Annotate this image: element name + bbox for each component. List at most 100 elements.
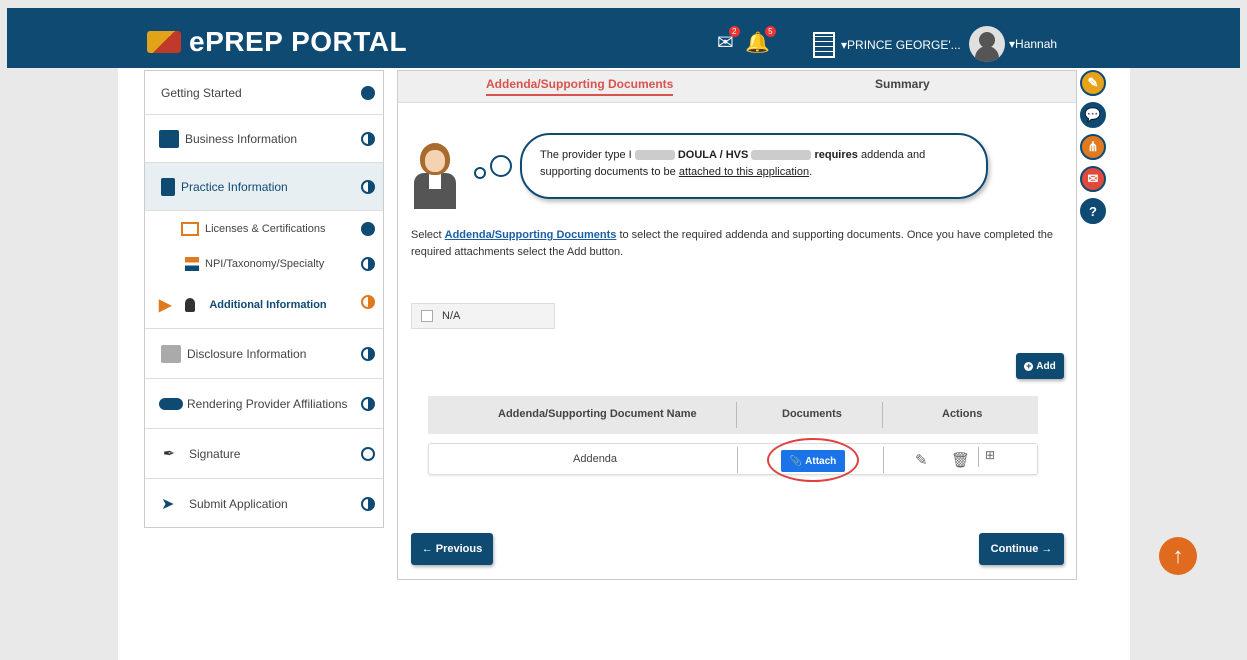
mail-icon[interactable]: ✉ 2: [717, 26, 740, 55]
attachment-icon[interactable]: ✎: [1080, 70, 1106, 96]
sidebar-item-licenses-certifications[interactable]: Licenses & Certifications: [145, 211, 383, 247]
pen-icon: ✒: [163, 445, 175, 461]
addenda-documents-link[interactable]: Addenda/Supporting Documents: [445, 229, 617, 241]
handshake-icon: [159, 397, 183, 410]
requires-text: requires: [814, 149, 858, 161]
sidebar-item-signature[interactable]: ✒ Signature: [145, 429, 383, 479]
assistant-avatar: [414, 143, 456, 209]
sidebar-item-label: Practice Information: [181, 179, 288, 194]
bell-icon[interactable]: 🔔 5: [745, 26, 776, 55]
portal-logo[interactable]: ePREP PORTAL: [147, 26, 407, 58]
edit-pencil-icon[interactable]: ✎: [915, 451, 928, 469]
sidebar-item-label: Rendering Provider Affiliations: [187, 396, 348, 411]
send-icon: ➤: [161, 496, 175, 513]
thought-bubble-small: [474, 167, 486, 179]
progress-empty-icon: [361, 447, 375, 461]
attach-button[interactable]: 📎 Attach: [781, 450, 845, 472]
sidebar-item-label: Additional Information: [209, 298, 327, 311]
logo-text: ePREP PORTAL: [189, 26, 408, 57]
continue-button-label: Continue: [990, 543, 1039, 555]
bell-badge: 5: [764, 26, 776, 37]
grid-options-icon[interactable]: ⊞: [985, 448, 995, 462]
speech-bubble: The provider type I DOULA / HVS requires…: [520, 133, 988, 199]
sidebar-item-submit-application[interactable]: ➤ Submit Application: [145, 479, 383, 529]
chat-icon[interactable]: 💬: [1080, 102, 1106, 128]
column-header-name: Addenda/Supporting Document Name: [498, 408, 697, 420]
practice-icon: [161, 177, 175, 196]
table-header: Addenda/Supporting Document Name Documen…: [428, 396, 1038, 434]
redacted-text: [634, 150, 675, 161]
na-checkbox[interactable]: [421, 310, 433, 322]
user-menu[interactable]: ▾ Hannah: [969, 26, 1057, 62]
maryland-flag-icon: [147, 31, 181, 53]
progress-half-icon: [361, 497, 375, 511]
current-step-arrow-icon: ▶: [159, 296, 172, 314]
sidebar-item-label: Signature: [189, 446, 241, 461]
attach-button-label: Attach: [805, 455, 837, 467]
avatar: [969, 26, 1005, 62]
sidebar-item-getting-started[interactable]: Getting Started: [145, 71, 383, 115]
tab-summary[interactable]: Summary: [875, 77, 930, 91]
arrow-left-icon: ←: [421, 543, 433, 555]
table-row: Addenda 📎 Attach ✎ 🗑 ⊞: [428, 438, 1038, 482]
redacted-text: [751, 150, 812, 161]
column-header-actions: Actions: [942, 408, 983, 420]
share-icon[interactable]: ⋔: [1080, 134, 1106, 160]
arrow-right-icon: →: [1041, 543, 1053, 555]
speech-prefix: The provider type I: [540, 149, 632, 161]
previous-button[interactable]: ← Previous: [411, 533, 493, 565]
sidebar: Getting Started Business Information Pra…: [144, 70, 384, 528]
na-label: N/A: [442, 310, 461, 322]
disclosure-icon: [161, 344, 181, 363]
sidebar-item-disclosure-information[interactable]: Disclosure Information: [145, 329, 383, 379]
sidebar-item-label: Getting Started: [161, 85, 242, 100]
sidebar-item-npi-taxonomy[interactable]: NPI/Taxonomy/Specialty: [145, 247, 383, 281]
building-icon: [159, 129, 179, 148]
previous-button-label: Previous: [435, 543, 483, 555]
sidebar-item-label: Business Information: [185, 131, 298, 146]
column-header-documents: Documents: [782, 408, 842, 420]
tab-addenda-supporting-documents[interactable]: Addenda/Supporting Documents: [486, 77, 674, 96]
main-panel: Addenda/Supporting Documents Summary The…: [397, 70, 1077, 580]
provider-type: DOULA / HVS: [677, 149, 749, 161]
trash-icon[interactable]: 🗑: [951, 451, 970, 469]
sidebar-item-rendering-provider-affiliations[interactable]: Rendering Provider Affiliations: [145, 379, 383, 429]
add-button-label: Add: [1036, 360, 1056, 372]
progress-full-icon: [361, 222, 375, 236]
progress-full-icon: [361, 86, 375, 100]
speech-line1-rest: addenda and: [860, 149, 926, 161]
email-icon[interactable]: ✉: [1080, 166, 1106, 192]
sidebar-item-practice-information[interactable]: Practice Information: [145, 163, 383, 211]
help-icon[interactable]: ?: [1080, 198, 1106, 224]
instructions-before: Select: [411, 229, 442, 241]
sidebar-item-additional-information[interactable]: ▶ Additional Information: [145, 281, 383, 329]
mail-badge: 2: [728, 26, 740, 37]
thought-bubble-medium: [490, 155, 512, 177]
instructions-text: Select Addenda/Supporting Documents to s…: [411, 227, 1061, 261]
certificate-icon: [181, 222, 199, 236]
location-selector[interactable]: ▾ PRINCE GEORGE'...: [813, 32, 961, 58]
speech-line2: supporting documents to be: [540, 166, 676, 178]
scroll-to-top-icon[interactable]: ↑: [1159, 537, 1197, 575]
continue-button[interactable]: Continue →: [979, 533, 1064, 565]
sidebar-item-label: Submit Application: [189, 497, 288, 511]
progress-half-icon: [361, 295, 375, 309]
progress-half-icon: [361, 257, 375, 271]
person-icon: [185, 297, 196, 312]
sidebar-item-label: Disclosure Information: [187, 346, 307, 361]
plus-icon: +: [1024, 360, 1034, 371]
speech-period: .: [809, 166, 813, 178]
paperclip-icon: 📎: [789, 455, 803, 467]
progress-half-icon: [361, 397, 375, 411]
hierarchy-icon: [185, 257, 199, 271]
na-checkbox-row[interactable]: N/A: [411, 303, 555, 329]
progress-half-icon: [361, 132, 375, 146]
attached-application-link[interactable]: attached to this application: [679, 166, 809, 178]
document-name-cell: Addenda: [573, 453, 618, 465]
top-header: ePREP PORTAL ✉ 2 🔔 5 ▾ PRINCE GEORGE'... ▾…: [7, 8, 1240, 68]
user-name: Hannah: [1015, 37, 1058, 51]
sidebar-item-business-information[interactable]: Business Information: [145, 115, 383, 163]
add-button[interactable]: + Add: [1016, 353, 1064, 379]
sidebar-item-label: NPI/Taxonomy/Specialty: [205, 258, 325, 270]
location-label: PRINCE GEORGE'...: [847, 38, 961, 52]
